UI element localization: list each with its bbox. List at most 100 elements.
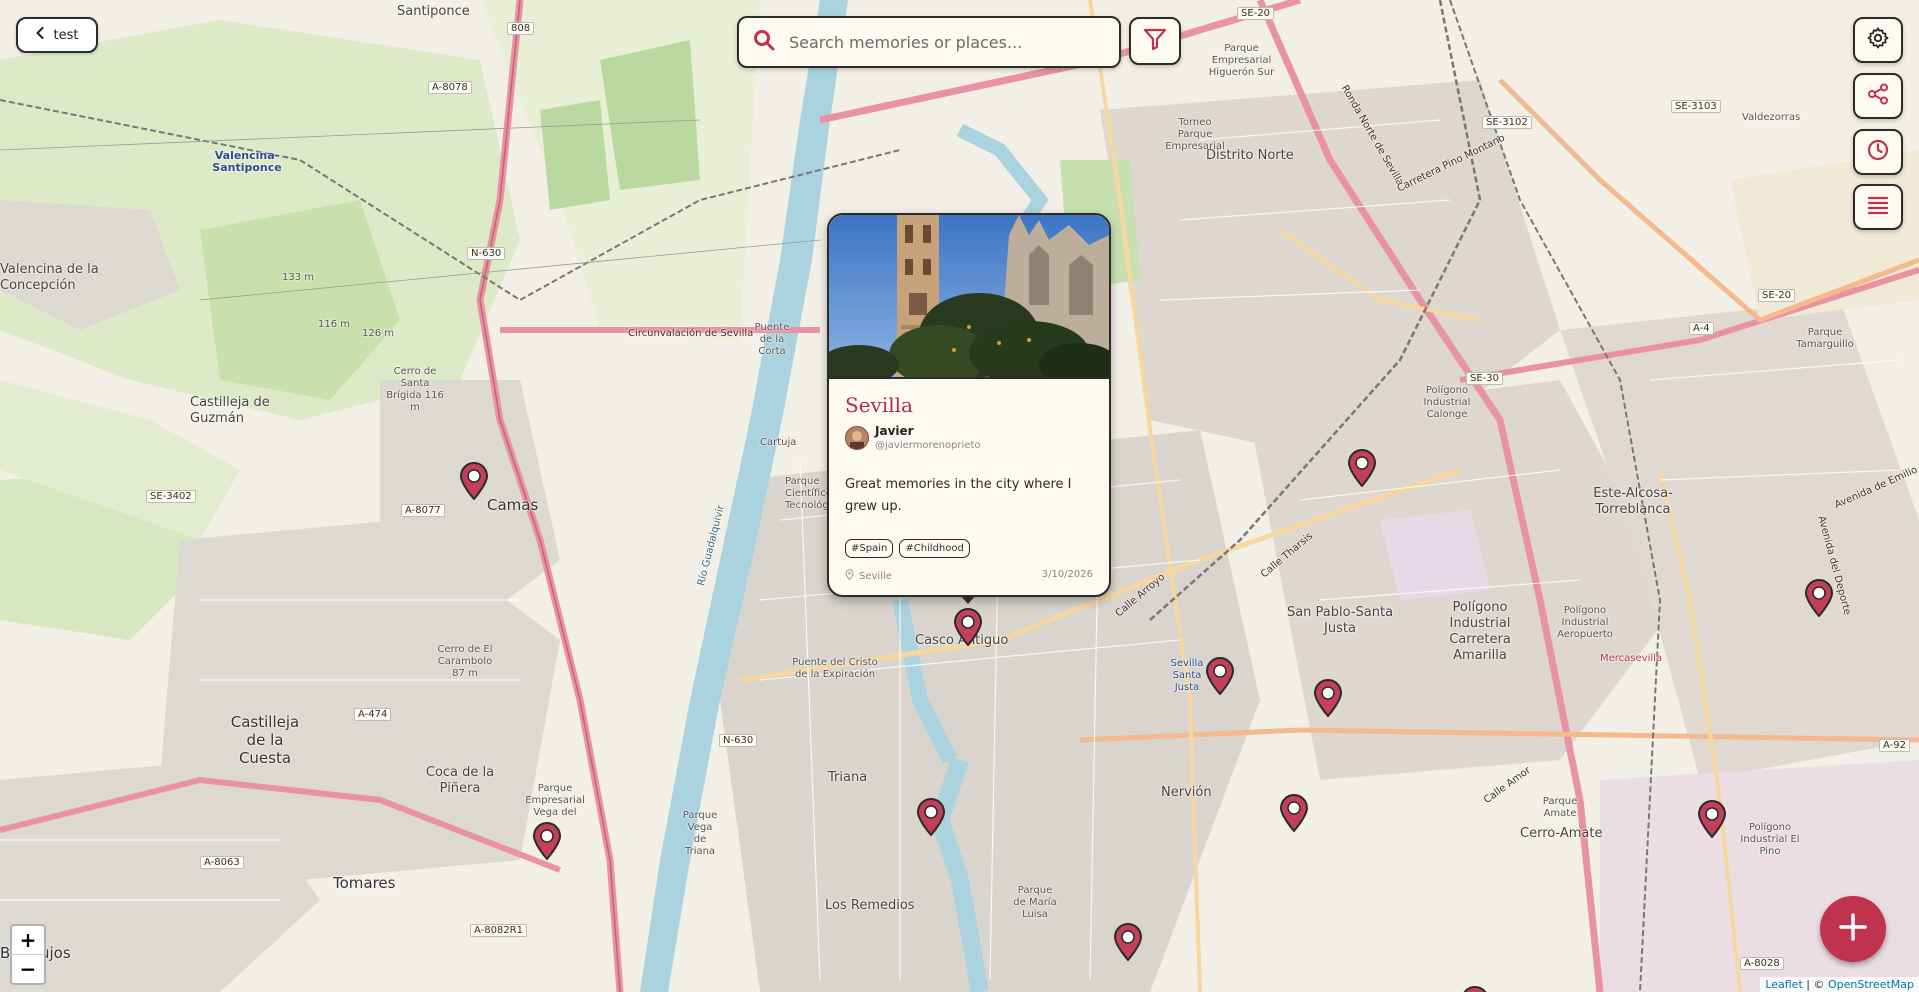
- map-label: Parque Amate: [1542, 796, 1578, 819]
- map-label: Sevilla Santa Justa: [1170, 658, 1204, 693]
- map-label: Triana: [828, 770, 868, 785]
- share-icon: [1867, 83, 1889, 109]
- map-label: Cerro de Santa Brígida 116 m: [386, 366, 444, 413]
- clock-icon: [1867, 139, 1889, 165]
- map-label: Este-Alcosa-Torreblanca: [1593, 486, 1673, 517]
- popup-pointer: [960, 595, 976, 604]
- back-button[interactable]: test: [16, 17, 98, 53]
- memory-title: Sevilla: [845, 393, 913, 417]
- road-shield: A-8077: [401, 504, 445, 517]
- road-shield: SE-20: [1237, 7, 1274, 20]
- gear-icon: [1867, 27, 1889, 53]
- add-memory-button[interactable]: [1820, 896, 1886, 962]
- map-label: Puente de la Corta: [754, 322, 790, 357]
- memory-location: Seville: [845, 569, 892, 583]
- map-label: Valdezorras: [1742, 112, 1801, 123]
- road-shield: A-8028: [1740, 957, 1784, 970]
- openstreetmap-link[interactable]: OpenStreetMap: [1828, 978, 1914, 991]
- road-shield: A-92: [1879, 739, 1910, 752]
- map-label: Parque Tamarguillo: [1796, 327, 1854, 350]
- map-pin-icon[interactable]: [1205, 657, 1235, 695]
- map-pin-icon[interactable]: [1460, 986, 1490, 992]
- map-label: San Pablo-Santa Justa: [1286, 605, 1394, 636]
- zoom-in-button[interactable]: +: [12, 926, 44, 954]
- settings-button[interactable]: [1853, 17, 1903, 63]
- map-label: Cerro-Amate: [1520, 826, 1603, 841]
- map-label: Castilleja de la Cuesta: [230, 713, 300, 767]
- map-pin-icon[interactable]: [532, 822, 562, 860]
- road-shield: SE-3402: [146, 490, 196, 503]
- author-handle: @javiermorenoprieto: [875, 440, 981, 451]
- back-button-label: test: [53, 27, 79, 43]
- map-pin-icon[interactable]: [1347, 449, 1377, 487]
- map-label: Polígono Industrial Calonge: [1423, 385, 1471, 420]
- attribution-separator: | ©: [1802, 978, 1828, 991]
- road-shield: A-8063: [200, 856, 244, 869]
- search-icon: [753, 29, 775, 55]
- road-shield: SE-3103: [1671, 100, 1721, 113]
- map-pin-icon[interactable]: [1279, 794, 1309, 832]
- map-label: Torneo Parque Empresarial: [1165, 117, 1225, 152]
- road-shield: A-474: [354, 708, 392, 721]
- map-label: Castilleja de Guzmán: [190, 395, 270, 426]
- road-shield: A-8078: [428, 81, 472, 94]
- road-shield: A-8082R1: [470, 924, 527, 937]
- map-label: Tomares: [333, 874, 396, 892]
- tag-list: #Spain #Childhood: [845, 539, 970, 558]
- map-label: Polígono Industrial Aeropuerto: [1557, 605, 1613, 640]
- road-shield: N-630: [467, 247, 506, 260]
- map-label: Puente del Cristo de la Expiración: [792, 657, 878, 680]
- map-pin-icon[interactable]: [1697, 800, 1727, 838]
- zoom-out-button[interactable]: −: [12, 954, 44, 983]
- road-shield: SE-30: [1466, 372, 1503, 385]
- road-shield: SE-3102: [1482, 116, 1532, 129]
- road-shield: A-4: [1689, 322, 1714, 335]
- map-label: Polígono Industrial El Pino: [1740, 822, 1800, 857]
- map-label: 126 m: [362, 328, 395, 339]
- leaflet-link[interactable]: Leaflet: [1765, 978, 1802, 991]
- zoom-control: + −: [10, 924, 46, 985]
- map-label: Circunvalación de Sevilla: [628, 328, 754, 339]
- road-shield: SE-20: [1758, 289, 1795, 302]
- layers-button[interactable]: [1853, 184, 1903, 230]
- map-label: Valencina-Santiponce: [212, 149, 282, 174]
- history-button[interactable]: [1853, 129, 1903, 175]
- map-pin-icon[interactable]: [1313, 679, 1343, 717]
- chevron-left-icon: [36, 27, 44, 43]
- list-icon: [1867, 195, 1889, 219]
- map-label: Parque Vega de Triana: [682, 810, 718, 857]
- tag-chip[interactable]: #Spain: [845, 539, 894, 558]
- share-button[interactable]: [1853, 73, 1903, 119]
- memory-date: 3/10/2026: [1041, 569, 1093, 580]
- map-label: Santiponce: [397, 4, 470, 19]
- memory-popup-card[interactable]: Sevilla Javier @javiermorenoprieto Great…: [827, 213, 1111, 597]
- map-label: Nervión: [1161, 785, 1212, 800]
- memory-photo[interactable]: [829, 215, 1109, 379]
- map-label: Cartuja: [760, 437, 797, 448]
- tag-chip[interactable]: #Childhood: [899, 539, 970, 558]
- map-label: Mercasevilla: [1600, 653, 1663, 664]
- map-label: Cerro de El Carambolo 87 m: [437, 644, 493, 679]
- map-label: Parque Empresarial Vega del: [525, 783, 585, 818]
- avatar[interactable]: [845, 426, 869, 450]
- author-name[interactable]: Javier: [875, 424, 914, 438]
- road-shield: N-630: [719, 734, 758, 747]
- search-bar[interactable]: [737, 16, 1121, 68]
- memory-description: Great memories in the city where I grew …: [845, 477, 1072, 514]
- location-pin-icon: [845, 569, 854, 583]
- map-pin-icon[interactable]: [459, 462, 489, 500]
- filter-icon: [1143, 28, 1167, 54]
- search-input[interactable]: [787, 31, 1111, 53]
- map-label: Valencina de la Concepción: [0, 262, 99, 293]
- map-pin-icon[interactable]: [916, 798, 946, 836]
- map-pin-icon[interactable]: [1804, 579, 1834, 617]
- map-pin-icon[interactable]: [1113, 923, 1143, 961]
- map-attribution: Leaflet | © OpenStreetMap: [1760, 977, 1919, 992]
- location-name: Seville: [859, 570, 892, 582]
- road-shield: 808: [507, 22, 535, 35]
- filter-button[interactable]: [1129, 17, 1181, 65]
- map-pin-icon[interactable]: [953, 608, 983, 646]
- map-label: Polígono Industrial Carretera Amarilla: [1449, 600, 1511, 663]
- map-label: 133 m: [282, 272, 315, 283]
- map-label: Los Remedios: [825, 898, 915, 913]
